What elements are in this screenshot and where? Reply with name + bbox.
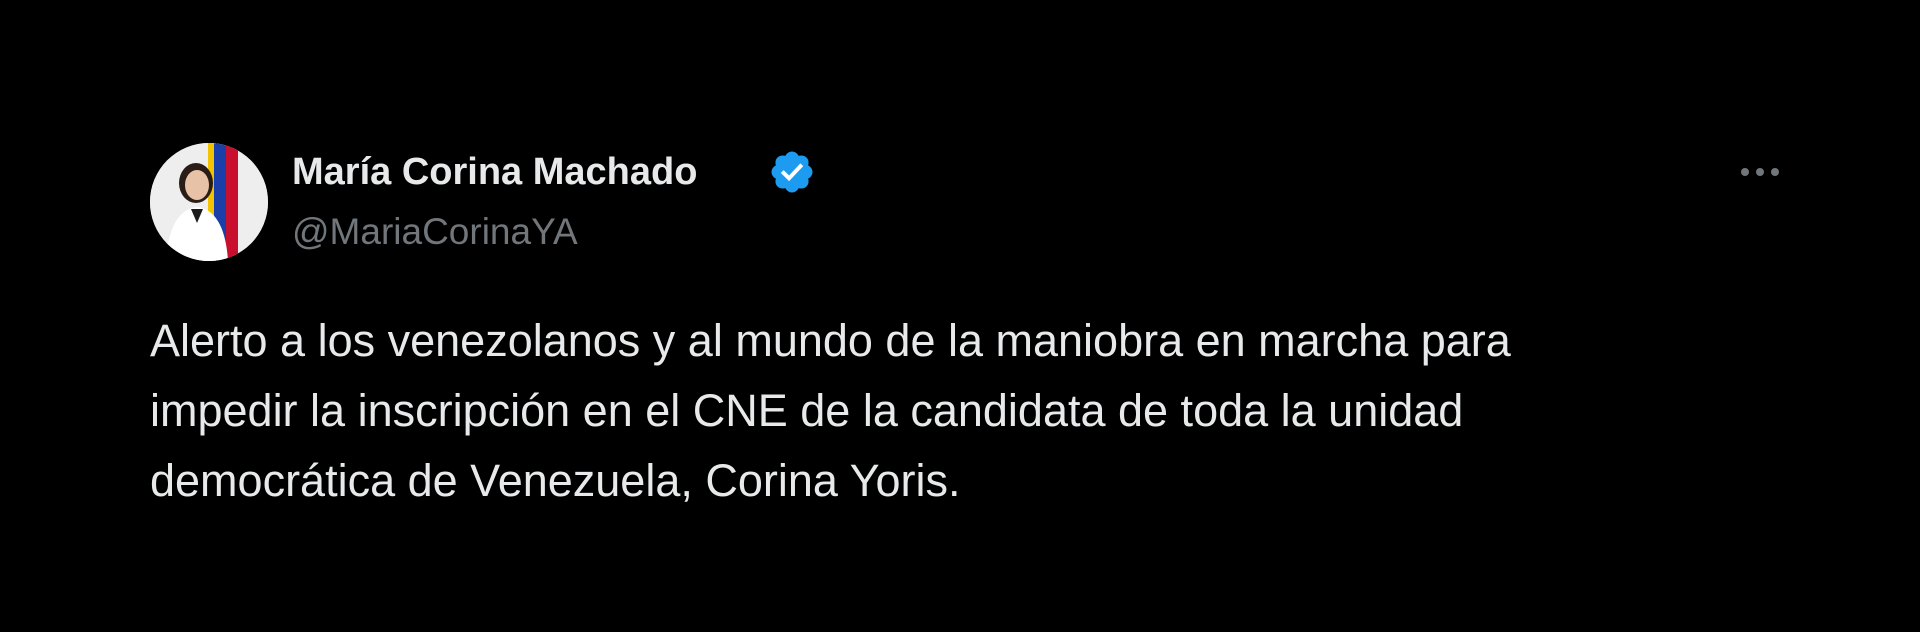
author-name[interactable]: María Corina Machado bbox=[292, 150, 697, 194]
tweet-text: Alerto a los venezolanos y al mundo de l… bbox=[150, 315, 1511, 506]
more-horizontal-icon bbox=[1741, 168, 1749, 176]
more-horizontal-icon bbox=[1756, 168, 1764, 176]
tweet-card: María Corina Machado @MariaCorinaYA Aler… bbox=[0, 0, 1920, 632]
verified-badge-icon bbox=[771, 151, 813, 193]
more-options-button[interactable] bbox=[1730, 150, 1790, 194]
more-horizontal-icon bbox=[1771, 168, 1779, 176]
author-avatar[interactable] bbox=[150, 143, 268, 261]
author-handle[interactable]: @MariaCorinaYA bbox=[292, 210, 578, 254]
profile-photo-icon bbox=[150, 143, 268, 261]
